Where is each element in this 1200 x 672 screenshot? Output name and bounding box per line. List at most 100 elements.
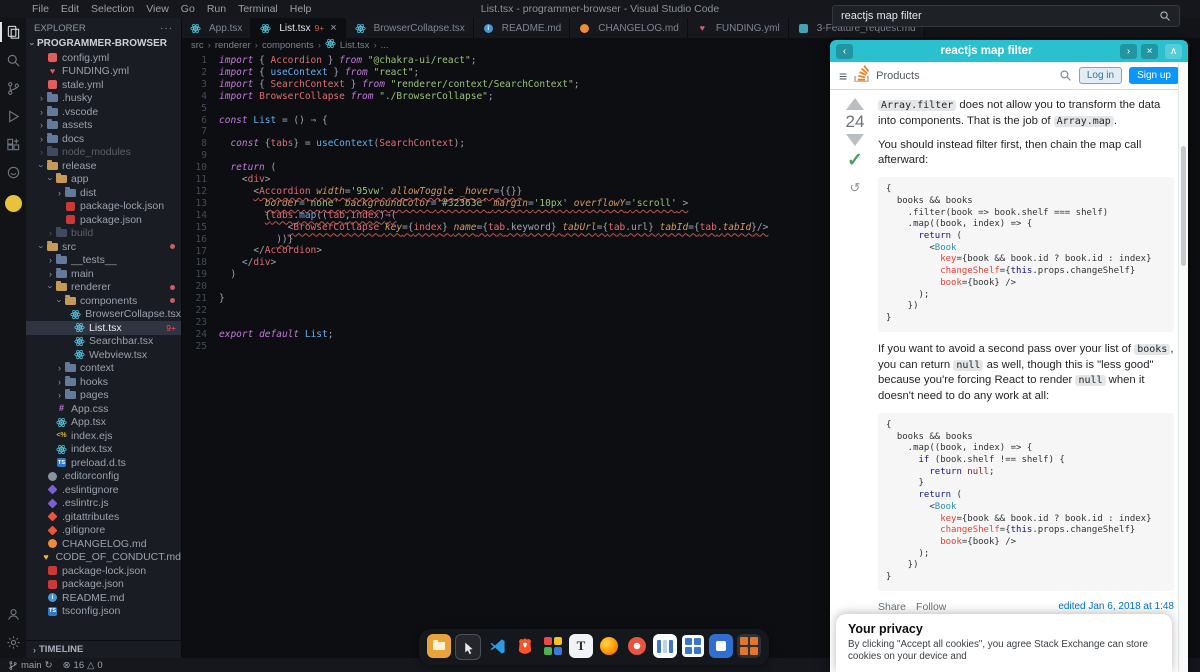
menu-terminal[interactable]: Terminal — [232, 3, 284, 15]
tab-FUNDING.yml[interactable]: ♥FUNDING.yml — [688, 18, 789, 38]
history-icon[interactable]: ↺ — [850, 180, 861, 196]
run-debug-icon[interactable] — [0, 102, 26, 130]
tree-item-package-lock.json[interactable]: package-lock.json — [26, 200, 181, 214]
tree-item-Webview.tsx[interactable]: Webview.tsx — [26, 348, 181, 362]
app-search-bar[interactable]: reactjs map filter — [832, 5, 1180, 27]
tree-item-context[interactable]: ›context — [26, 362, 181, 376]
dock-icon-colors[interactable] — [541, 634, 565, 658]
dock-icon-files[interactable] — [427, 634, 451, 658]
settings-gear-icon[interactable] — [0, 628, 26, 656]
tree-item-renderer[interactable]: ›renderer — [26, 281, 181, 295]
search-icon[interactable] — [1159, 10, 1171, 22]
extensions-icon[interactable] — [0, 130, 26, 158]
tree-item-App.css[interactable]: #App.css — [26, 402, 181, 416]
tree-item-Searchbar.tsx[interactable]: Searchbar.tsx — [26, 335, 181, 349]
breadcrumb-item[interactable]: ... — [381, 40, 389, 51]
downvote-icon[interactable] — [846, 134, 864, 146]
tab-CHANGELOG.md[interactable]: CHANGELOG.md — [570, 18, 688, 38]
signup-button[interactable]: Sign up — [1129, 67, 1179, 84]
follow-link[interactable]: Follow — [916, 601, 946, 613]
extension-circle-icon[interactable] — [0, 158, 26, 186]
dock-icon-text[interactable]: T — [569, 634, 593, 658]
dock-icon-tiles[interactable] — [737, 634, 761, 658]
source-control-icon[interactable] — [0, 74, 26, 102]
menu-edit[interactable]: Edit — [55, 3, 85, 15]
breadcrumb-item[interactable]: src — [191, 40, 204, 51]
breadcrumb-item[interactable]: List.tsx — [340, 40, 370, 51]
problems-indicator[interactable]: ⊗ 16 △ 0 — [63, 660, 103, 671]
tab-List.tsx[interactable]: List.tsx9+× — [251, 18, 345, 38]
tab-BrowserCollapse.tsx[interactable]: BrowserCollapse.tsx — [346, 18, 474, 38]
project-root[interactable]: › PROGRAMMER-BROWSER — [26, 37, 181, 51]
tree-item-package.json[interactable]: package.json — [26, 578, 181, 592]
tree-item-App.tsx[interactable]: App.tsx — [26, 416, 181, 430]
tree-item-package-lock.json[interactable]: package-lock.json — [26, 564, 181, 578]
dock-icon-grid[interactable] — [681, 634, 705, 658]
tree-item-.eslintignore[interactable]: .eslintignore — [26, 483, 181, 497]
tree-item-index.tsx[interactable]: index.tsx — [26, 443, 181, 457]
tree-item-release[interactable]: ›release — [26, 159, 181, 173]
tree-item-CHANGELOG.md[interactable]: CHANGELOG.md — [26, 537, 181, 551]
dock-icon-vscode[interactable] — [485, 634, 509, 658]
menu-file[interactable]: File — [26, 3, 55, 15]
scrollbar-thumb[interactable] — [1181, 146, 1186, 266]
tree-item-.gitattributes[interactable]: .gitattributes — [26, 510, 181, 524]
tree-item-index.ejs[interactable]: <%index.ejs — [26, 429, 181, 443]
tree-item-BrowserCollapse.tsx[interactable]: BrowserCollapse.tsx — [26, 308, 181, 322]
tree-item-src[interactable]: ›src — [26, 240, 181, 254]
nav-products[interactable]: Products — [876, 70, 919, 82]
accounts-icon[interactable] — [0, 600, 26, 628]
login-button[interactable]: Log in — [1079, 67, 1122, 84]
menu-help[interactable]: Help — [284, 3, 318, 15]
tab-README.md[interactable]: iREADME.md — [474, 18, 570, 38]
tree-item-.gitignore[interactable]: .gitignore — [26, 524, 181, 538]
more-actions-icon[interactable]: ··· — [160, 23, 173, 34]
tree-item-stale.yml[interactable]: stale.yml — [26, 78, 181, 92]
menu-run[interactable]: Run — [201, 3, 232, 15]
breadcrumb-item[interactable]: renderer — [215, 40, 251, 51]
tree-item-List.tsx[interactable]: List.tsx9+ — [26, 321, 181, 335]
back-button[interactable]: ‹ — [836, 44, 853, 59]
upvote-icon[interactable] — [846, 98, 864, 110]
extension-avatar-icon[interactable] — [0, 186, 26, 214]
tab-App.tsx[interactable]: App.tsx — [181, 18, 251, 38]
hamburger-menu-icon[interactable]: ≡ — [839, 68, 847, 84]
menu-view[interactable]: View — [140, 3, 175, 15]
tree-item-pages[interactable]: ›pages — [26, 389, 181, 403]
tree-item-CODE_OF_CONDUCT.md[interactable]: ♥CODE_OF_CONDUCT.md — [26, 551, 181, 565]
tree-item-.vscode[interactable]: ›.vscode — [26, 105, 181, 119]
close-button[interactable]: × — [1141, 44, 1158, 59]
menu-selection[interactable]: Selection — [85, 3, 140, 15]
explorer-icon[interactable] — [0, 18, 26, 46]
tree-item-tsconfig.json[interactable]: TStsconfig.json — [26, 605, 181, 619]
page-scrollbar[interactable] — [1178, 62, 1188, 672]
code-block[interactable]: { books && books .filter(book => book.sh… — [878, 177, 1174, 331]
dock-icon-panels[interactable] — [653, 634, 677, 658]
tree-item-build[interactable]: ›build — [26, 227, 181, 241]
tree-item-FUNDING.yml[interactable]: ♥FUNDING.yml — [26, 65, 181, 79]
tree-item-components[interactable]: ›components — [26, 294, 181, 308]
branch-indicator[interactable]: main ↻ — [8, 660, 53, 671]
forward-button[interactable]: › — [1120, 44, 1137, 59]
tree-item-__tests__[interactable]: ›__tests__ — [26, 254, 181, 268]
tree-item-assets[interactable]: ›assets — [26, 119, 181, 133]
dock-icon-appblue[interactable] — [709, 634, 733, 658]
dock-icon-brave[interactable] — [513, 634, 537, 658]
tree-item-dist[interactable]: ›dist — [26, 186, 181, 200]
menu-go[interactable]: Go — [175, 3, 201, 15]
tree-item-main[interactable]: ›main — [26, 267, 181, 281]
tree-item-config.yml[interactable]: config.yml — [26, 51, 181, 65]
share-link[interactable]: Share — [878, 601, 906, 613]
dock-icon-pointer[interactable] — [455, 634, 481, 660]
code-block[interactable]: { books && books .map((book, index) => {… — [878, 413, 1174, 591]
tree-item-.editorconfig[interactable]: .editorconfig — [26, 470, 181, 484]
tree-item-.eslintrc.js[interactable]: .eslintrc.js — [26, 497, 181, 511]
tree-item-.husky[interactable]: ›.husky — [26, 92, 181, 106]
timeline-section[interactable]: › TIMELINE — [26, 640, 181, 658]
breadcrumb-item[interactable]: components — [262, 40, 314, 51]
stackoverflow-logo-icon[interactable] — [854, 65, 869, 87]
tree-item-docs[interactable]: ›docs — [26, 132, 181, 146]
tree-item-package.json[interactable]: package.json — [26, 213, 181, 227]
close-tab-icon[interactable]: × — [330, 22, 336, 34]
tree-item-README.md[interactable]: iREADME.md — [26, 591, 181, 605]
